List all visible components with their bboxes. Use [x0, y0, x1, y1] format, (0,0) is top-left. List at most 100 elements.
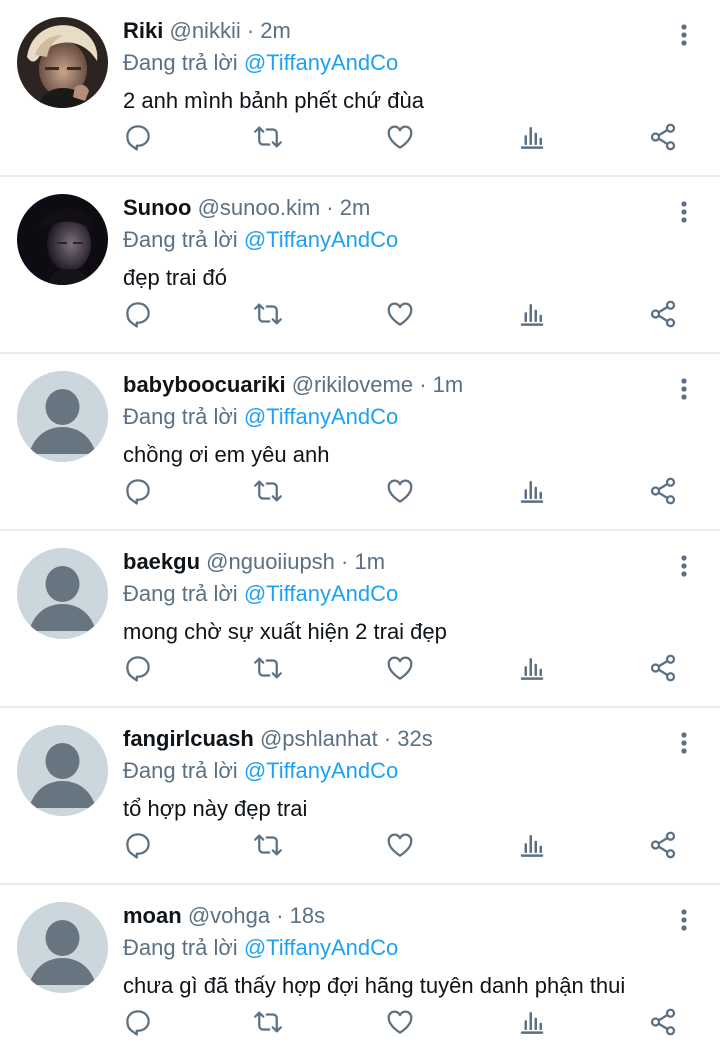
replying-to-label: Đang trả lời	[123, 581, 238, 606]
timestamp[interactable]: 18s	[290, 903, 325, 928]
tweet-reply[interactable]: babyboocuariki @rikiloveme · 1m Đang trả …	[0, 354, 720, 531]
tweet-body: Riki @nikkii · 2m Đang trả lời @TiffanyAn…	[123, 16, 660, 116]
share-icon[interactable]	[647, 1006, 679, 1038]
more-icon[interactable]	[674, 906, 694, 934]
avatar[interactable]	[17, 194, 108, 285]
separator: ·	[341, 549, 349, 574]
display-name[interactable]: Riki	[123, 18, 163, 43]
replying-to: Đang trả lời @TiffanyAndCo	[123, 225, 660, 255]
user-handle[interactable]: @nguoiiupsh	[206, 549, 335, 574]
like-icon[interactable]	[384, 121, 416, 153]
replying-to-label: Đang trả lời	[123, 404, 238, 429]
reply-feed: Riki @nikkii · 2m Đang trả lời @TiffanyAn…	[0, 0, 720, 1063]
tweet-reply[interactable]: fangirlcuash @pshlanhat · 32s Đang trả lờ…	[0, 708, 720, 885]
like-icon[interactable]	[384, 829, 416, 861]
tweet-text: đẹp trai đó	[123, 265, 227, 290]
timestamp[interactable]: 1m	[433, 372, 464, 397]
tweet-header: baekgu @nguoiiupsh · 1m	[123, 547, 660, 577]
tweet-actions	[0, 121, 720, 153]
tweet-text: 2 anh mình bảnh phết chứ đùa	[123, 88, 424, 113]
retweet-icon[interactable]	[252, 121, 284, 153]
like-icon[interactable]	[384, 652, 416, 684]
user-handle[interactable]: @pshlanhat	[260, 726, 378, 751]
avatar[interactable]	[17, 902, 108, 993]
replying-to-label: Đang trả lời	[123, 227, 238, 252]
retweet-icon[interactable]	[252, 652, 284, 684]
mention-link[interactable]: @TiffanyAndCo	[244, 50, 398, 75]
display-name[interactable]: moan	[123, 903, 182, 928]
display-name[interactable]: baekgu	[123, 549, 200, 574]
timestamp[interactable]: 32s	[397, 726, 432, 751]
more-icon[interactable]	[674, 198, 694, 226]
separator: ·	[383, 726, 392, 751]
tweet-header: moan @vohga · 18s	[123, 901, 660, 931]
user-handle[interactable]: @vohga	[188, 903, 270, 928]
more-icon[interactable]	[674, 375, 694, 403]
reply-icon[interactable]	[122, 652, 154, 684]
retweet-icon[interactable]	[252, 298, 284, 330]
stats-icon[interactable]	[516, 298, 548, 330]
reply-icon[interactable]	[122, 1006, 154, 1038]
display-name[interactable]: Sunoo	[123, 195, 191, 220]
tweet-reply[interactable]: Riki @nikkii · 2m Đang trả lời @TiffanyAn…	[0, 0, 720, 177]
mention-link[interactable]: @TiffanyAndCo	[244, 935, 398, 960]
reply-icon[interactable]	[122, 298, 154, 330]
replying-to: Đang trả lời @TiffanyAndCo	[123, 402, 660, 432]
retweet-icon[interactable]	[252, 1006, 284, 1038]
replying-to-label: Đang trả lời	[123, 50, 238, 75]
user-handle[interactable]: @nikkii	[169, 18, 240, 43]
like-icon[interactable]	[384, 298, 416, 330]
tweet-text: chồng ơi em yêu anh	[123, 442, 330, 467]
tweet-header: Sunoo @sunoo.kim · 2m	[123, 193, 660, 223]
replying-to: Đang trả lời @TiffanyAndCo	[123, 933, 660, 963]
display-name[interactable]: babyboocuariki	[123, 372, 286, 397]
reply-icon[interactable]	[122, 121, 154, 153]
user-handle[interactable]: @rikiloveme	[292, 372, 413, 397]
stats-icon[interactable]	[516, 121, 548, 153]
display-name[interactable]: fangirlcuash	[123, 726, 254, 751]
tweet-actions	[0, 829, 720, 861]
mention-link[interactable]: @TiffanyAndCo	[244, 581, 398, 606]
stats-icon[interactable]	[516, 475, 548, 507]
mention-link[interactable]: @TiffanyAndCo	[244, 758, 398, 783]
timestamp[interactable]: 2m	[260, 18, 291, 43]
retweet-icon[interactable]	[252, 475, 284, 507]
stats-icon[interactable]	[516, 1006, 548, 1038]
reply-icon[interactable]	[122, 475, 154, 507]
avatar[interactable]	[17, 725, 108, 816]
more-icon[interactable]	[674, 552, 694, 580]
tweet-actions	[0, 652, 720, 684]
tweet-reply[interactable]: moan @vohga · 18s Đang trả lời @TiffanyAn…	[0, 885, 720, 1063]
like-icon[interactable]	[384, 1006, 416, 1038]
share-icon[interactable]	[647, 475, 679, 507]
mention-link[interactable]: @TiffanyAndCo	[244, 404, 398, 429]
mention-link[interactable]: @TiffanyAndCo	[244, 227, 398, 252]
tweet-header: fangirlcuash @pshlanhat · 32s	[123, 724, 660, 754]
replying-to: Đang trả lời @TiffanyAndCo	[123, 756, 660, 786]
user-handle[interactable]: @sunoo.kim	[198, 195, 321, 220]
tweet-text: tổ hợp này đẹp trai	[123, 796, 308, 821]
tweet-reply[interactable]: Sunoo @sunoo.kim · 2m Đang trả lời @Tiffa…	[0, 177, 720, 354]
tweet-actions	[0, 1006, 720, 1038]
tweet-reply[interactable]: baekgu @nguoiiupsh · 1m Đang trả lời @Tif…	[0, 531, 720, 708]
share-icon[interactable]	[647, 652, 679, 684]
tweet-body: babyboocuariki @rikiloveme · 1m Đang trả …	[123, 370, 660, 470]
reply-icon[interactable]	[122, 829, 154, 861]
timestamp[interactable]: 1m	[355, 549, 386, 574]
stats-icon[interactable]	[516, 652, 548, 684]
share-icon[interactable]	[647, 121, 679, 153]
share-icon[interactable]	[647, 298, 679, 330]
more-icon[interactable]	[674, 729, 694, 757]
separator: ·	[326, 195, 334, 220]
replying-to-label: Đang trả lời	[123, 935, 238, 960]
timestamp[interactable]: 2m	[340, 195, 371, 220]
separator: ·	[246, 18, 255, 43]
avatar[interactable]	[17, 17, 108, 108]
stats-icon[interactable]	[516, 829, 548, 861]
share-icon[interactable]	[647, 829, 679, 861]
more-icon[interactable]	[674, 21, 694, 49]
retweet-icon[interactable]	[252, 829, 284, 861]
like-icon[interactable]	[384, 475, 416, 507]
avatar[interactable]	[17, 371, 108, 462]
avatar[interactable]	[17, 548, 108, 639]
